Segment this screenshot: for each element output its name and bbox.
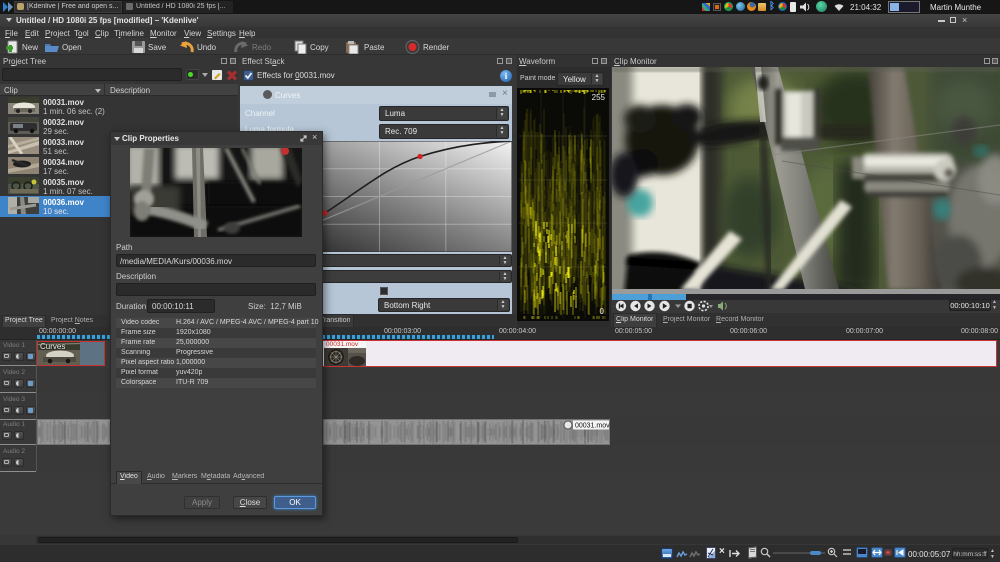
svg-text:00031.mov: 00031.mov [575, 423, 610, 430]
svg-text:255: 255 [592, 93, 606, 102]
svg-text:0: 0 [600, 307, 605, 316]
